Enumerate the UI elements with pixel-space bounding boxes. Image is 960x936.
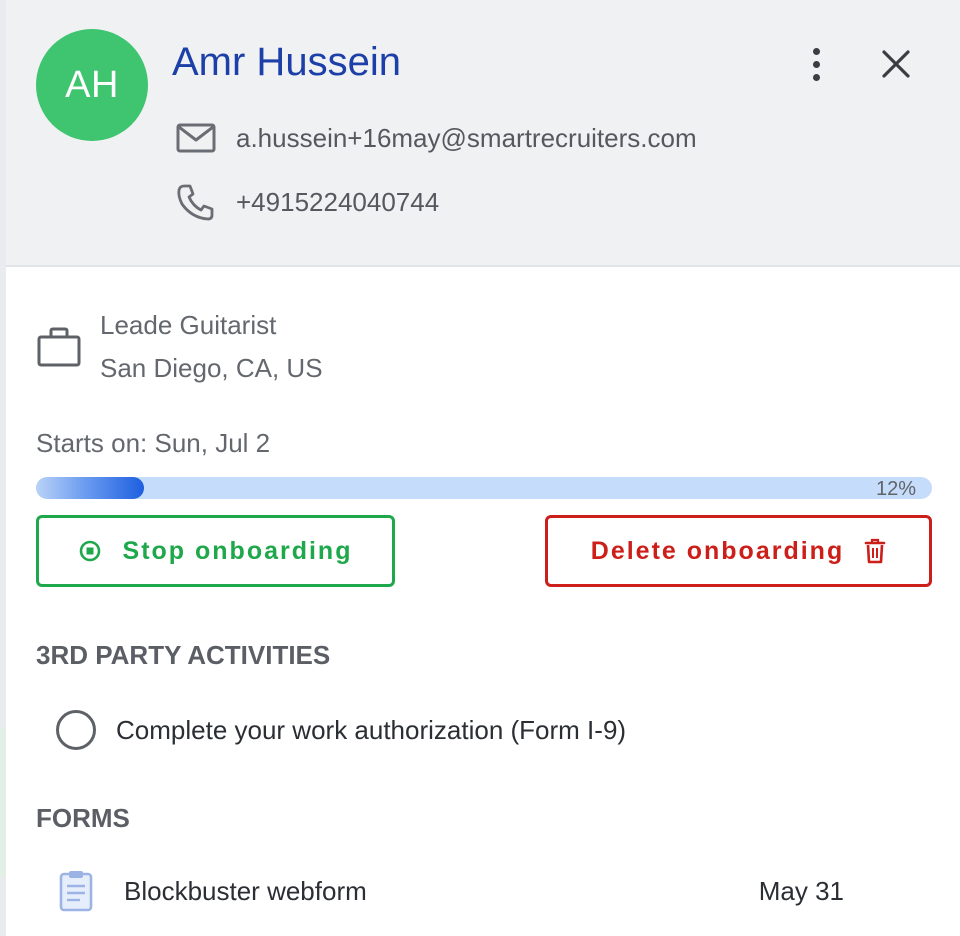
phone-text[interactable]: +4915224040744 [236, 187, 439, 218]
activity-label: Complete your work authorization (Form I… [116, 714, 627, 745]
forms-heading: FORMS [36, 803, 130, 833]
progress-fill [36, 477, 144, 499]
delete-onboarding-label: Delete onboarding [590, 536, 845, 565]
email-text[interactable]: a.hussein+16may@smartrecruiters.com [236, 123, 697, 154]
form-name: Blockbuster webform [124, 875, 367, 906]
kebab-menu-icon [812, 47, 820, 55]
start-date: Starts on: Sun, Jul 2 [36, 428, 271, 458]
phone-row: +4915224040744 [174, 182, 439, 222]
stop-circle-icon [79, 540, 101, 562]
job-title: Leade Guitarist [100, 310, 277, 340]
trash-icon [864, 538, 886, 564]
envelope-icon [174, 118, 218, 158]
clipboard-icon [56, 869, 96, 913]
job-location: San Diego, CA, US [100, 353, 323, 383]
stop-onboarding-button[interactable]: Stop onboarding [36, 515, 395, 587]
progress-percent: 12% [875, 478, 916, 499]
candidate-panel: AH Amr Hussein a.hussein+16may@smartrecr… [6, 0, 960, 936]
candidate-name[interactable]: Amr Hussein [172, 40, 401, 85]
form-date: May 31 [758, 875, 844, 906]
close-icon [882, 50, 910, 78]
close-button[interactable] [876, 44, 916, 84]
candidate-header: AH Amr Hussein a.hussein+16may@smartrecr… [6, 0, 960, 267]
email-row: a.hussein+16may@smartrecruiters.com [174, 118, 697, 158]
briefcase-icon [36, 325, 82, 369]
more-options-button[interactable] [802, 44, 830, 84]
activity-item[interactable]: Complete your work authorization (Form I… [56, 708, 626, 752]
third-party-heading: 3RD PARTY ACTIVITIES [36, 640, 331, 670]
activity-status-radio[interactable] [56, 710, 96, 750]
delete-onboarding-button[interactable]: Delete onboarding [545, 515, 932, 587]
stop-onboarding-label: Stop onboarding [122, 536, 353, 565]
onboarding-progress-bar: 12% [36, 477, 932, 499]
phone-icon [174, 182, 218, 222]
avatar: AH [36, 29, 148, 141]
form-item[interactable]: Blockbuster webform May 31 [56, 868, 856, 914]
